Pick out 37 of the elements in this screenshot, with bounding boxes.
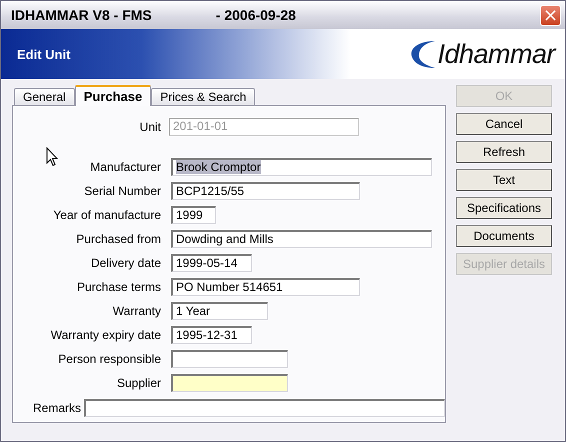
input-field[interactable]: BCP1215/55	[171, 182, 360, 200]
field-label: Supplier	[116, 376, 162, 390]
dialog-button[interactable]: Specifications	[456, 197, 552, 219]
input-field[interactable]: 1 Year	[171, 302, 268, 320]
input-field[interactable]: 1999	[171, 206, 216, 224]
field-label: Manufacturer	[89, 160, 162, 174]
input-field[interactable]: 1999-05-14	[171, 254, 252, 272]
field-label: Year of manufacture	[52, 208, 162, 222]
close-button[interactable]: ×	[540, 4, 561, 26]
tab[interactable]: General	[14, 88, 75, 105]
tab[interactable]: Purchase	[74, 85, 152, 106]
window-title: IDHAMMAR V8 - FMS	[11, 7, 152, 23]
dialog-button[interactable]: Refresh	[456, 141, 552, 163]
field-label: Remarks	[33, 401, 82, 415]
input-field[interactable]	[171, 374, 288, 392]
dialog-button[interactable]: Cancel	[456, 113, 552, 135]
mouse-pointer-icon	[46, 147, 58, 167]
field-label: Unit	[138, 120, 162, 134]
input-field[interactable]: 1995-12-31	[171, 326, 252, 344]
field-label: Purchased from	[75, 232, 162, 246]
tab[interactable]: Prices & Search	[151, 88, 256, 105]
field-label: Warranty	[112, 304, 162, 318]
field-label: Delivery date	[90, 256, 162, 270]
field-label: Serial Number	[83, 184, 162, 198]
dialog-button[interactable]: Documents	[456, 225, 552, 247]
field-label: Warranty expiry date	[50, 328, 162, 342]
input-field[interactable]	[171, 350, 288, 368]
window-date: - 2006-09-28	[216, 7, 296, 23]
input-field[interactable]: PO Number 514651	[171, 278, 360, 296]
header-title: Edit Unit	[17, 46, 70, 62]
remarks-field[interactable]	[84, 399, 445, 417]
field-label: Person responsible	[57, 352, 162, 366]
input-field[interactable]: Dowding and Mills	[171, 230, 432, 248]
logo-text: Idhammar	[437, 38, 555, 70]
field-label: Purchase terms	[76, 280, 162, 294]
input-field[interactable]: Brook Cromptor	[171, 158, 432, 176]
dialog-button[interactable]: Text	[456, 169, 552, 191]
